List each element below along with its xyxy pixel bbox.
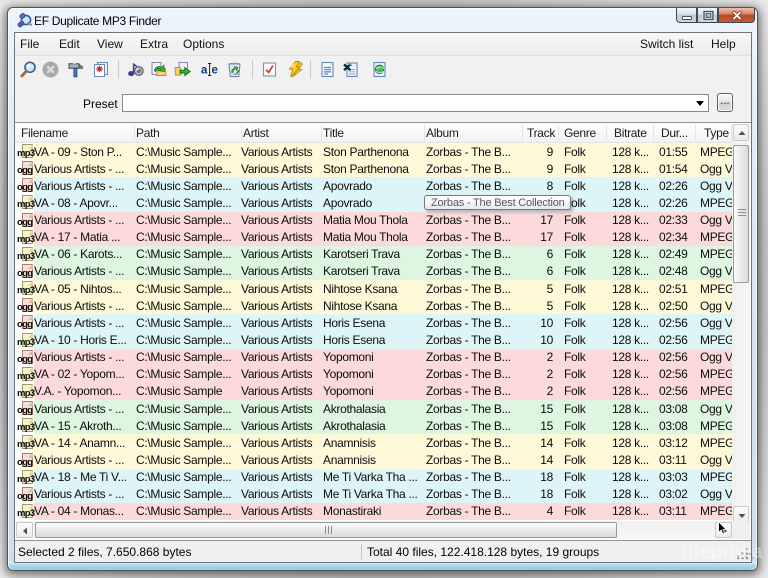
svg-text:e: e [212, 65, 218, 77]
svg-text:a: a [201, 65, 208, 77]
